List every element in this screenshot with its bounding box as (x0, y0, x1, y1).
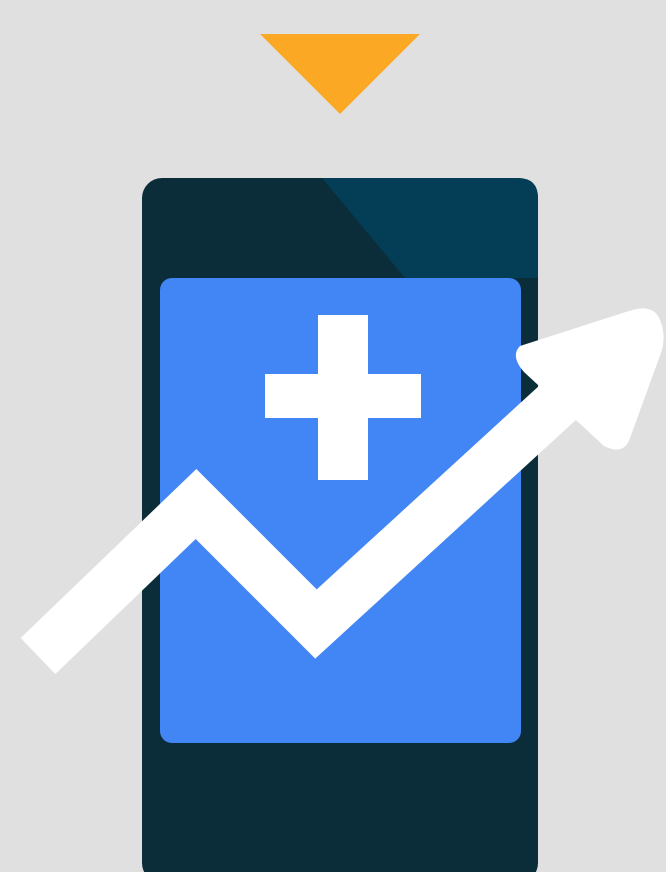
health-growth-illustration (0, 0, 666, 872)
illustration-svg (0, 0, 666, 872)
